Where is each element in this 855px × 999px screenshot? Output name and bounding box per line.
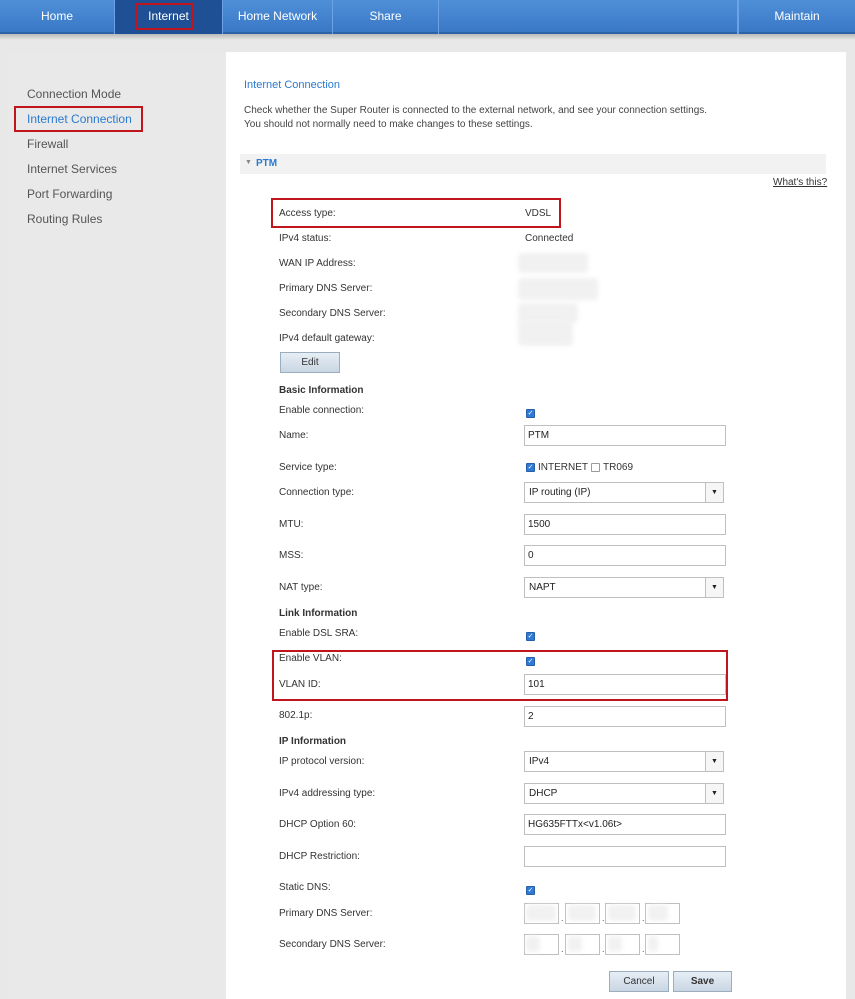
addressing-type-select[interactable]: DHCP ▼ <box>524 783 724 804</box>
section-header-ptm[interactable] <box>240 154 826 174</box>
nav-tab-label: Share <box>369 9 402 23</box>
connection-type-value: IP routing (IP) <box>529 487 591 498</box>
mtu-label: MTU: <box>279 519 304 530</box>
cancel-button[interactable]: Cancel <box>609 971 669 992</box>
nav-spacer <box>439 0 738 34</box>
nat-type-label: NAT type: <box>279 582 323 593</box>
dropdown-arrow-icon: ▼ <box>705 578 723 597</box>
dropdown-arrow-icon: ▼ <box>705 784 723 803</box>
ip-protocol-select[interactable]: IPv4 ▼ <box>524 751 724 772</box>
dhcp-option60-input[interactable] <box>524 814 726 835</box>
ipv4-status-label: IPv4 status: <box>279 233 332 244</box>
service-tr069-label: TR069 <box>603 462 634 473</box>
highlight-box-vlan <box>272 650 728 701</box>
dropdown-arrow-icon: ▼ <box>705 483 723 502</box>
dsl-sra-label: Enable DSL SRA: <box>279 628 359 639</box>
nav-tab-home-network[interactable]: Home Network <box>223 0 333 34</box>
mss-input[interactable] <box>524 545 726 566</box>
wan-ip-label: WAN IP Address: <box>279 258 356 269</box>
dropdown-arrow-icon: ▼ <box>705 752 723 771</box>
basic-information-heading: Basic Information <box>279 385 364 396</box>
ip-dot: . <box>561 944 564 954</box>
blur-mask <box>526 905 556 921</box>
nav-tab-label: Maintain <box>774 9 820 23</box>
addressing-type-value: DHCP <box>529 788 558 799</box>
edit-button[interactable]: Edit <box>280 352 340 373</box>
sidebar-item-internet-services[interactable]: Internet Services <box>27 162 117 176</box>
service-internet-checkbox[interactable]: ✓ <box>526 463 535 472</box>
blur-mask <box>648 905 668 921</box>
page-description-line-2: You should not normally need to make cha… <box>244 119 533 130</box>
secondary-dns-status-label: Secondary DNS Server: <box>279 308 386 319</box>
top-navigation: Home Internet Home Network Share Maintai… <box>0 0 855 34</box>
nat-type-value: NAPT <box>529 582 556 593</box>
blur-mask <box>608 905 636 921</box>
nav-tab-share[interactable]: Share <box>333 0 439 34</box>
mtu-input[interactable] <box>524 514 726 535</box>
dhcp-restriction-input[interactable] <box>524 846 726 867</box>
connection-type-select[interactable]: IP routing (IP) ▼ <box>524 482 724 503</box>
blur-mask <box>648 936 658 952</box>
save-button[interactable]: Save <box>673 971 732 992</box>
nat-type-select[interactable]: NAPT ▼ <box>524 577 724 598</box>
blur-mask <box>526 936 540 952</box>
service-type-label: Service type: <box>279 462 337 473</box>
secondary-dns-ip-fields: . . . <box>524 934 684 955</box>
static-dns-checkbox[interactable]: ✓ <box>526 886 535 895</box>
collapse-triangle-icon[interactable]: ▼ <box>245 159 252 166</box>
dsl-sra-checkbox[interactable]: ✓ <box>526 632 535 641</box>
ip-protocol-value: IPv4 <box>529 756 550 767</box>
whats-this-link[interactable]: What's this? <box>773 177 827 188</box>
connection-type-label: Connection type: <box>279 487 355 498</box>
highlight-box-access-type <box>271 198 561 228</box>
nav-tab-label: Home <box>40 9 73 23</box>
nav-tab-label: Home Network <box>237 9 318 23</box>
dot1p-label: 802.1p: <box>279 710 313 721</box>
nav-tab-home[interactable]: Home <box>0 0 115 34</box>
service-internet-label: INTERNET <box>538 462 588 473</box>
dhcp-option60-label: DHCP Option 60: <box>279 819 357 830</box>
wan-ip-blurred <box>518 253 588 273</box>
section-label: PTM <box>256 158 278 169</box>
blur-mask <box>568 905 596 921</box>
primary-dns-status-label: Primary DNS Server: <box>279 283 373 294</box>
sidebar-item-routing-rules[interactable]: Routing Rules <box>27 212 102 226</box>
ip-information-heading: IP Information <box>279 736 347 747</box>
ip-dot: . <box>561 913 564 923</box>
sidebar-item-firewall[interactable]: Firewall <box>27 137 68 151</box>
static-dns-label: Static DNS: <box>279 882 331 893</box>
highlight-box-internet-tab <box>136 3 194 30</box>
highlight-box-internet-connection <box>14 106 143 132</box>
ipv4-status-value: Connected <box>525 233 574 244</box>
primary-dns-label: Primary DNS Server: <box>279 908 373 919</box>
mss-label: MSS: <box>279 550 304 561</box>
primary-dns-ip-fields: . . . <box>524 903 684 924</box>
service-tr069-checkbox[interactable]: ✓ <box>591 463 600 472</box>
dot1p-input[interactable] <box>524 706 726 727</box>
name-input[interactable] <box>524 425 726 446</box>
page-description-line-1: Check whether the Super Router is connec… <box>244 105 708 116</box>
link-information-heading: Link Information <box>279 608 358 619</box>
sidebar-item-connection-mode[interactable]: Connection Mode <box>27 87 121 101</box>
ip-protocol-label: IP protocol version: <box>279 756 365 767</box>
dhcp-restriction-label: DHCP Restriction: <box>279 851 360 862</box>
enable-connection-label: Enable connection: <box>279 405 365 416</box>
blur-mask <box>608 936 622 952</box>
gateway-label: IPv4 default gateway: <box>279 333 375 344</box>
secondary-dns-label: Secondary DNS Server: <box>279 939 386 950</box>
name-label: Name: <box>279 430 309 441</box>
nav-shadow <box>0 34 855 40</box>
gateway-blurred <box>518 320 573 346</box>
enable-connection-checkbox[interactable]: ✓ <box>526 409 535 418</box>
sidebar-item-port-forwarding[interactable]: Port Forwarding <box>27 187 112 201</box>
addressing-type-label: IPv4 addressing type: <box>279 788 376 799</box>
page-title: Internet Connection <box>244 79 341 91</box>
blur-mask <box>568 936 582 952</box>
primary-dns-blurred <box>518 278 598 300</box>
nav-tab-maintain[interactable]: Maintain <box>738 0 855 34</box>
